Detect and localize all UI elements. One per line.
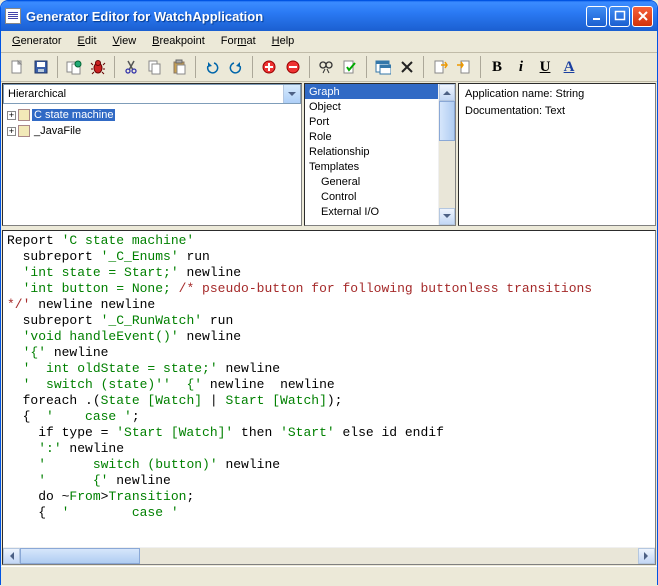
- tree-item-label: C state machine: [32, 109, 115, 121]
- close-button[interactable]: [632, 6, 653, 27]
- tree-item[interactable]: + C state machine: [5, 107, 299, 123]
- scrollbar-vertical[interactable]: [438, 84, 455, 225]
- copy-icon[interactable]: [143, 55, 167, 79]
- hierarchy-combo[interactable]: Hierarchical: [3, 84, 301, 104]
- new-icon[interactable]: [5, 55, 29, 79]
- delete-icon[interactable]: [395, 55, 419, 79]
- menu-format[interactable]: Format: [214, 33, 263, 49]
- list-item[interactable]: Port: [305, 114, 438, 129]
- hierarchy-panel: Hierarchical + C state machine + _JavaFile: [2, 83, 302, 226]
- code-editor[interactable]: Report 'C state machine' subreport '_C_E…: [3, 231, 655, 547]
- tree-item[interactable]: + _JavaFile: [5, 123, 299, 139]
- scrollbar-horizontal[interactable]: [3, 547, 655, 564]
- titlebar: Generator Editor for WatchApplication: [1, 1, 657, 31]
- tree-item-label: _JavaFile: [32, 125, 83, 137]
- app-icon: [5, 8, 21, 24]
- window-icon[interactable]: [371, 55, 395, 79]
- toolbar: B i U A: [1, 53, 657, 82]
- dropdown-icon[interactable]: [283, 85, 300, 103]
- code-editor-panel: Report 'C state machine' subreport '_C_E…: [2, 230, 656, 565]
- report-icon: [18, 109, 30, 121]
- list-item[interactable]: Control: [305, 189, 438, 204]
- list-item[interactable]: Relationship: [305, 144, 438, 159]
- undo-icon[interactable]: [200, 55, 224, 79]
- scroll-up-button[interactable]: [439, 84, 455, 101]
- window-title: Generator Editor for WatchApplication: [26, 9, 586, 24]
- menubar: Generator Edit View Breakpoint Format He…: [1, 31, 657, 53]
- menu-view[interactable]: View: [106, 33, 144, 49]
- report-icon: [18, 125, 30, 137]
- scroll-down-button[interactable]: [439, 208, 455, 225]
- list-item[interactable]: General: [305, 174, 438, 189]
- property-row: Application name: String: [463, 86, 651, 103]
- menu-generator[interactable]: Generator: [5, 33, 69, 49]
- text-color-button[interactable]: A: [557, 55, 581, 79]
- export-icon[interactable]: [428, 55, 452, 79]
- property-row: Documentation: Text: [463, 103, 651, 120]
- expand-icon[interactable]: +: [7, 127, 16, 136]
- scroll-thumb[interactable]: [439, 101, 455, 141]
- hierarchy-combo-text: Hierarchical: [4, 88, 283, 100]
- type-list[interactable]: GraphObjectPortRoleRelationshipTemplates…: [305, 84, 438, 225]
- statusbar: [1, 566, 657, 586]
- remove-icon[interactable]: [281, 55, 305, 79]
- scroll-left-button[interactable]: [3, 548, 20, 564]
- cut-icon[interactable]: [119, 55, 143, 79]
- import-icon[interactable]: [452, 55, 476, 79]
- italic-button[interactable]: i: [509, 55, 533, 79]
- redo-icon[interactable]: [224, 55, 248, 79]
- scroll-right-button[interactable]: [638, 548, 655, 564]
- list-item[interactable]: Templates: [305, 159, 438, 174]
- bold-button[interactable]: B: [485, 55, 509, 79]
- add-icon[interactable]: [257, 55, 281, 79]
- maximize-button[interactable]: [609, 6, 630, 27]
- list-item[interactable]: Object: [305, 99, 438, 114]
- menu-breakpoint[interactable]: Breakpoint: [145, 33, 212, 49]
- properties-panel: Application name: StringDocumentation: T…: [458, 83, 656, 226]
- paste-icon[interactable]: [167, 55, 191, 79]
- type-list-panel: GraphObjectPortRoleRelationshipTemplates…: [304, 83, 456, 226]
- menu-edit[interactable]: Edit: [71, 33, 104, 49]
- underline-button[interactable]: U: [533, 55, 557, 79]
- debug-icon[interactable]: [86, 55, 110, 79]
- list-item[interactable]: Graph: [305, 84, 438, 99]
- expand-icon[interactable]: +: [7, 111, 16, 120]
- hierarchy-tree[interactable]: + C state machine + _JavaFile: [3, 106, 301, 140]
- scroll-thumb-h[interactable]: [20, 548, 140, 564]
- minimize-button[interactable]: [586, 6, 607, 27]
- menu-help[interactable]: Help: [265, 33, 302, 49]
- list-item[interactable]: External I/O: [305, 204, 438, 219]
- find-icon[interactable]: [314, 55, 338, 79]
- save-icon[interactable]: [29, 55, 53, 79]
- run-icon[interactable]: [62, 55, 86, 79]
- list-item[interactable]: Role: [305, 129, 438, 144]
- check-icon[interactable]: [338, 55, 362, 79]
